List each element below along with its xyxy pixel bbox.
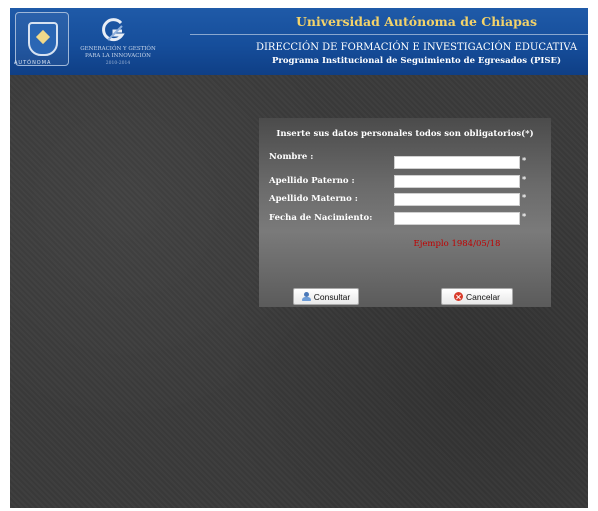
consultar-label: Consultar	[313, 291, 351, 302]
personal-data-form: Inserte sus datos personales todos son o…	[259, 118, 551, 307]
required-mark: *	[522, 155, 527, 165]
date-example-hint: Ejemplo 1984/05/18	[413, 239, 501, 249]
institution-title: Universidad Autónoma de Chiapas	[295, 14, 538, 29]
form-instruction: Inserte sus datos personales todos son o…	[276, 129, 534, 139]
apellido-paterno-label: Apellido Paterno :	[269, 176, 355, 186]
required-mark: *	[522, 174, 527, 184]
user-icon	[301, 292, 311, 301]
seal-motto: AUTÓNOMA	[14, 60, 52, 66]
university-seal-icon	[15, 12, 69, 67]
cancelar-button[interactable]: Cancelar	[441, 288, 513, 305]
cancel-circle-icon	[453, 292, 463, 301]
fecha-nacimiento-label: Fecha de Nacimiento:	[269, 213, 373, 223]
required-mark: *	[522, 192, 527, 202]
fecha-nacimiento-input[interactable]	[394, 212, 520, 225]
nombre-input[interactable]	[394, 156, 520, 169]
seal-shield	[28, 22, 58, 56]
apellido-paterno-input[interactable]	[394, 175, 520, 188]
consultar-button[interactable]: Consultar	[293, 288, 359, 305]
tagline: GENERACIÓN Y GESTIÓN PARA LA INNOVACIÓN …	[78, 46, 158, 67]
page: AUTÓNOMA GENERACIÓN Y GESTIÓN PARA LA IN…	[10, 8, 588, 508]
apellido-materno-label: Apellido Materno :	[269, 194, 358, 204]
required-mark: *	[522, 211, 527, 221]
direction-title: DIRECCIÓN DE FORMACIÓN E INVESTIGACIÓN E…	[255, 42, 578, 53]
header-banner: AUTÓNOMA GENERACIÓN Y GESTIÓN PARA LA IN…	[10, 8, 588, 75]
generation-logo-icon	[102, 18, 125, 42]
nombre-label: Nombre :	[269, 152, 314, 162]
program-title: Programa Institucional de Seguimiento de…	[272, 56, 561, 66]
header-divider	[190, 34, 588, 35]
tagline-line1: GENERACIÓN Y GESTIÓN	[80, 46, 156, 52]
tagline-years: 2010-2014	[105, 61, 131, 66]
tagline-line2: PARA LA INNOVACIÓN	[85, 53, 151, 59]
cancelar-label: Cancelar	[465, 291, 501, 302]
apellido-materno-input[interactable]	[394, 193, 520, 206]
